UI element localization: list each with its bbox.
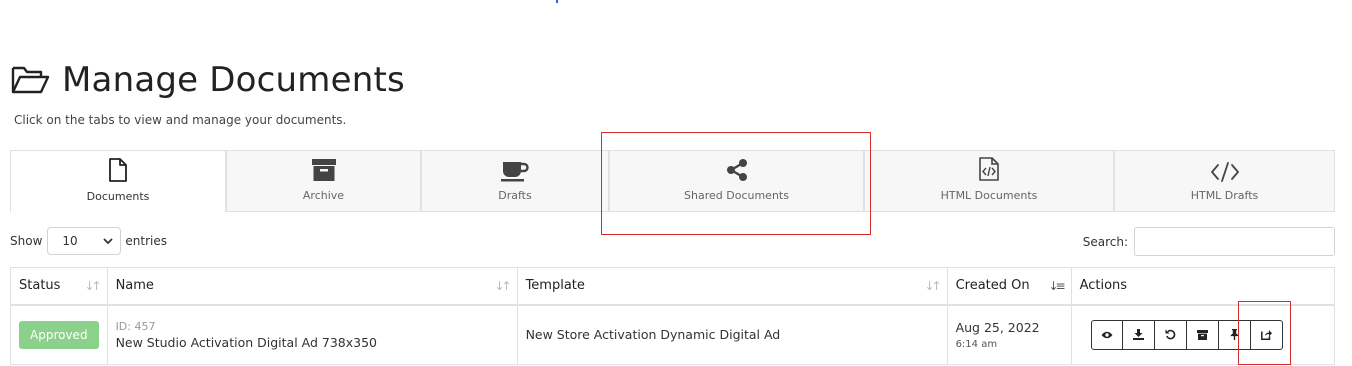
page-header: Manage Documents — [10, 58, 405, 102]
entries-value: 10 — [62, 234, 78, 248]
status-badge: Approved — [19, 320, 99, 349]
tab-archive[interactable]: Archive — [226, 150, 421, 211]
share-icon — [726, 159, 747, 181]
share-button[interactable] — [1250, 319, 1283, 350]
created-date: Aug 25, 2022 — [955, 319, 1040, 335]
document-name[interactable]: New Studio Activation Digital Ad 738x350 — [116, 335, 509, 350]
column-label: Template — [525, 278, 585, 294]
column-label: Created On — [955, 278, 1030, 294]
search-input[interactable] — [1134, 227, 1335, 256]
tab-label: Drafts — [498, 189, 532, 202]
code-file-icon — [979, 157, 999, 181]
entries-control: Show 10 entries — [10, 227, 167, 255]
tab-html-documents[interactable]: HTML Documents — [864, 150, 1114, 211]
view-button[interactable] — [1090, 319, 1123, 350]
name-cell: ID: 457 New Studio Activation Digital Ad… — [106, 304, 518, 365]
column-name[interactable]: Name ↓↑ — [106, 267, 518, 306]
action-button-group — [1090, 319, 1326, 350]
sort-icon: ↓↑ — [494, 279, 511, 293]
search-label: Search: — [1082, 234, 1128, 249]
tab-label: Documents — [86, 190, 150, 203]
eye-icon — [1101, 331, 1113, 338]
column-created-on[interactable]: Created On ↓≡ — [946, 267, 1072, 306]
tab-shared-documents[interactable]: Shared Documents — [609, 150, 864, 211]
sort-icon: ↓↑ — [924, 279, 941, 293]
file-icon — [109, 158, 127, 182]
show-label: Show — [10, 234, 43, 248]
top-mark — [556, 0, 558, 3]
sort-icon: ↓↑ — [84, 279, 101, 293]
actions-cell — [1070, 304, 1336, 365]
column-status[interactable]: Status ↓↑ — [10, 267, 108, 306]
tab-drafts[interactable]: Drafts — [421, 150, 609, 211]
code-icon — [1210, 162, 1239, 182]
column-actions: Actions — [1070, 267, 1336, 306]
document-tabs: Documents Archive Drafts Shared Document… — [10, 150, 1335, 212]
documents-table: Status ↓↑ Name ↓↑ Template ↓↑ Created On… — [10, 267, 1336, 365]
entries-label: entries — [125, 234, 167, 248]
table-header-row: Status ↓↑ Name ↓↑ Template ↓↑ Created On… — [10, 267, 1336, 306]
page-title: Manage Documents — [62, 60, 405, 100]
document-id: ID: 457 — [115, 319, 156, 333]
column-label: Actions — [1079, 278, 1128, 294]
status-cell: Approved — [10, 304, 108, 365]
column-label: Name — [115, 278, 154, 294]
entries-select[interactable]: 10 — [47, 227, 122, 255]
chevron-down-icon — [103, 237, 114, 244]
download-button[interactable] — [1122, 319, 1155, 350]
pin-icon — [1230, 329, 1238, 341]
tab-label: Archive — [302, 189, 345, 202]
template-cell: New Store Activation Dynamic Digital Ad — [516, 304, 948, 365]
archive-button[interactable] — [1186, 319, 1219, 350]
tab-label: Shared Documents — [684, 189, 789, 202]
page-subtitle: Click on the tabs to view and manage you… — [14, 113, 347, 127]
coffee-cup-icon — [501, 162, 529, 182]
share-external-icon — [1260, 330, 1272, 341]
table-row: Approved ID: 457 New Studio Activation D… — [10, 304, 1336, 365]
search-control: Search: — [1083, 227, 1335, 256]
download-icon — [1132, 329, 1144, 341]
column-label: Status — [19, 278, 61, 294]
tab-label: HTML Drafts — [1190, 189, 1259, 202]
column-template[interactable]: Template ↓↑ — [516, 267, 948, 306]
folder-open-icon — [11, 66, 50, 94]
created-time: 6:14 am — [955, 338, 998, 350]
undo-icon — [1165, 329, 1175, 340]
archive-box-icon — [311, 159, 336, 181]
tab-documents[interactable]: Documents — [10, 150, 226, 212]
pin-button[interactable] — [1218, 319, 1251, 350]
tab-label: HTML Documents — [940, 189, 1038, 202]
revert-button[interactable] — [1154, 319, 1187, 350]
sort-desc-icon: ↓≡ — [1048, 279, 1065, 293]
archive-icon — [1196, 329, 1208, 340]
tab-html-drafts[interactable]: HTML Drafts — [1114, 150, 1335, 211]
created-cell: Aug 25, 2022 6:14 am — [946, 304, 1072, 365]
